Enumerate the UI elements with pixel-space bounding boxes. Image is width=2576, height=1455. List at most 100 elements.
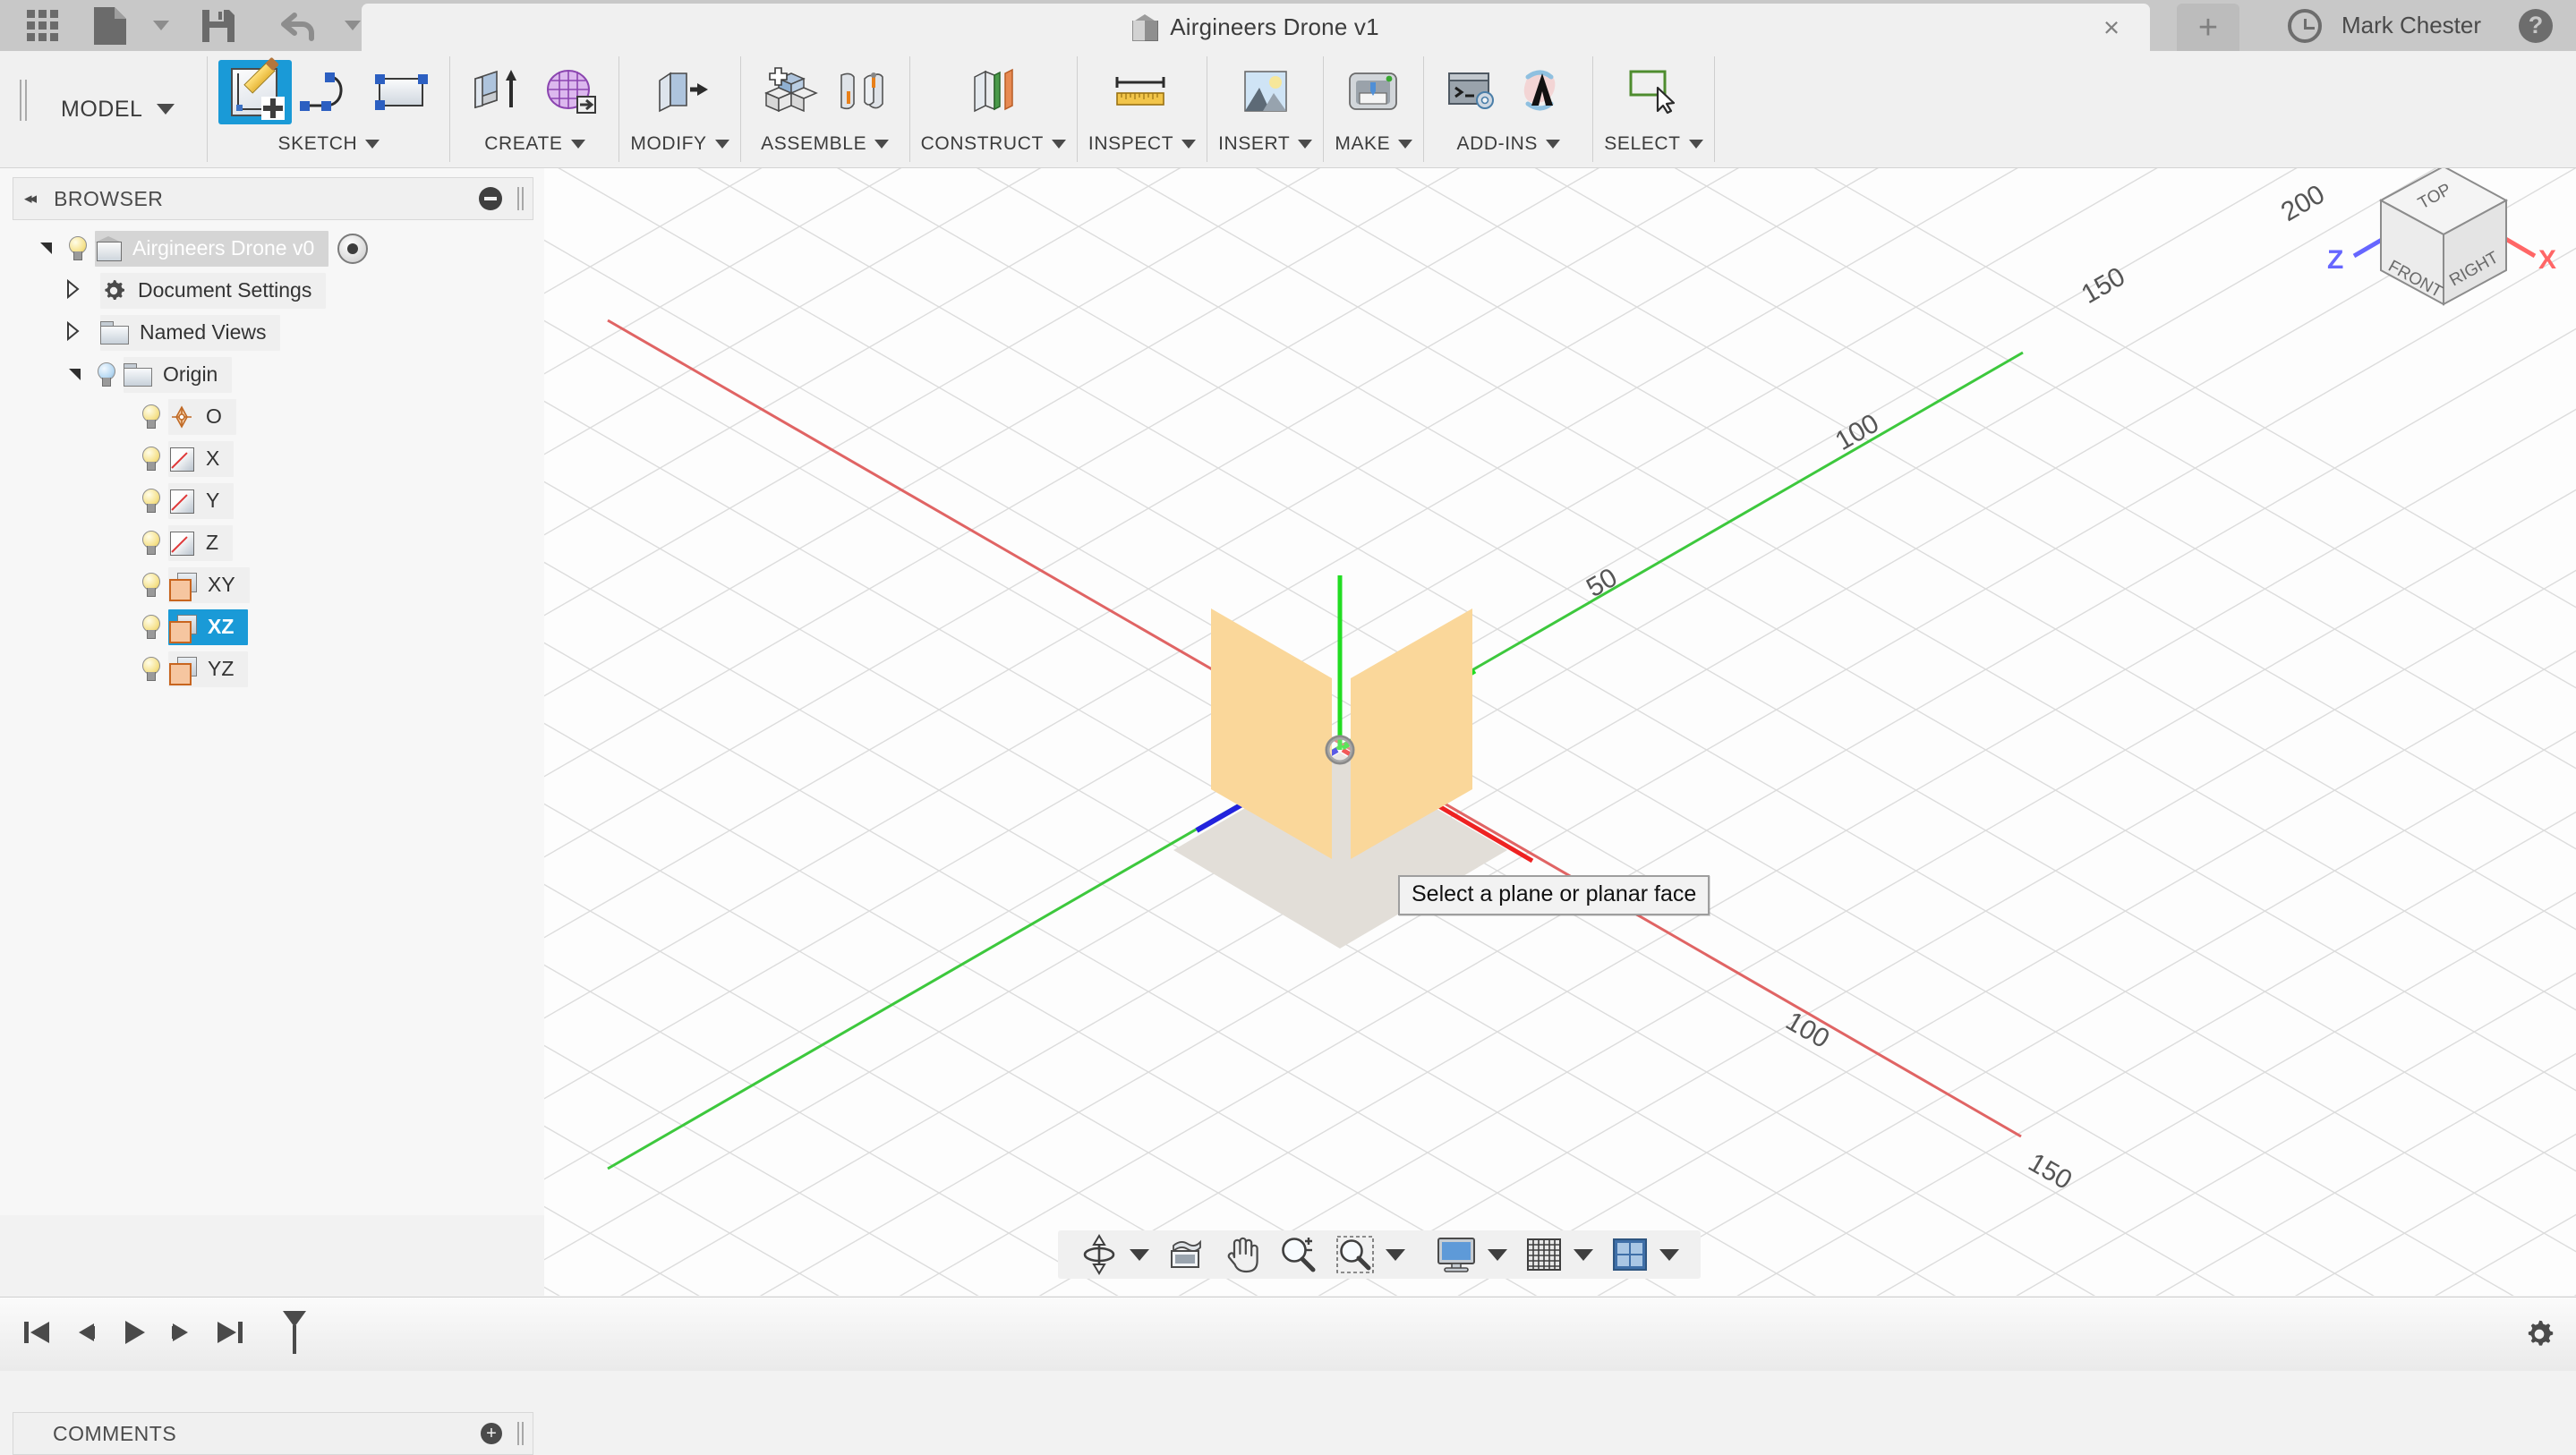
chevron-down-icon[interactable] xyxy=(874,140,890,149)
new-document-dropdown[interactable] xyxy=(139,0,176,51)
tree-row-origin-point[interactable]: O xyxy=(0,396,544,438)
visibility-bulb-icon[interactable] xyxy=(138,488,163,515)
grid-and-snaps-button[interactable] xyxy=(1516,1230,1572,1279)
tree-item-origin-point[interactable]: O xyxy=(168,398,236,435)
job-status-clock-icon[interactable] xyxy=(2287,8,2322,43)
add-comment-button[interactable]: + xyxy=(481,1423,502,1444)
chevron-down-icon[interactable] xyxy=(1546,140,1561,149)
scripts-and-addins-button[interactable] xyxy=(1435,60,1508,124)
press-pull-button[interactable] xyxy=(644,60,717,124)
chevron-down-icon[interactable] xyxy=(1298,140,1313,149)
workspace-selector[interactable]: MODEL xyxy=(27,51,207,167)
app-store-button[interactable] xyxy=(1508,60,1582,124)
activate-component-radio[interactable] xyxy=(337,233,369,264)
help-icon[interactable]: ? xyxy=(2519,8,2553,43)
chevron-down-icon[interactable] xyxy=(1398,140,1413,149)
new-component-button[interactable] xyxy=(752,60,825,124)
visibility-bulb-icon[interactable] xyxy=(138,404,163,430)
viewports-button[interactable] xyxy=(1602,1230,1658,1279)
comments-panel-header[interactable]: COMMENTS + xyxy=(13,1412,533,1455)
chevron-down-icon[interactable] xyxy=(1051,140,1066,149)
tree-row-plane-xz[interactable]: XZ xyxy=(0,606,544,648)
timeline-marker[interactable] xyxy=(274,1303,315,1362)
chevron-down-icon[interactable] xyxy=(365,140,380,149)
panel-resize-grip[interactable] xyxy=(517,1422,524,1445)
tree-item-root[interactable]: Airgineers Drone v0 xyxy=(95,230,329,267)
chevron-down-icon[interactable] xyxy=(1181,140,1197,149)
tree-row-axis-z[interactable]: Z xyxy=(0,522,544,564)
tree-row-document-settings[interactable]: Document Settings xyxy=(0,269,544,311)
orbit-button[interactable] xyxy=(1070,1230,1128,1279)
3d-print-button[interactable] xyxy=(1337,60,1411,124)
visibility-bulb-icon[interactable] xyxy=(138,614,163,641)
ribbon-grip[interactable] xyxy=(20,80,27,121)
undo-button[interactable] xyxy=(248,0,330,51)
app-grid-button[interactable] xyxy=(16,0,69,51)
orbit-dropdown-chevron-down-icon[interactable] xyxy=(1130,1248,1149,1261)
tree-item-axis-x[interactable]: X xyxy=(168,440,235,477)
user-name[interactable]: Mark Chester xyxy=(2341,12,2481,39)
grid-dropdown-chevron-down-icon[interactable] xyxy=(1574,1248,1593,1261)
step-forward-button[interactable] xyxy=(158,1303,206,1362)
play-button[interactable] xyxy=(109,1303,158,1362)
tree-item-plane-yz[interactable]: YZ xyxy=(168,651,249,687)
viewports-dropdown-chevron-down-icon[interactable] xyxy=(1659,1248,1679,1261)
expand-collapse-icon[interactable] xyxy=(64,320,88,345)
tree-item-named-views[interactable]: Named Views xyxy=(100,314,281,351)
tree-item-plane-xy[interactable]: XY xyxy=(168,566,250,603)
tree-row-origin[interactable]: Origin xyxy=(0,353,544,396)
zoom-button[interactable] xyxy=(1269,1230,1326,1279)
tree-row-axis-x[interactable]: X xyxy=(0,438,544,480)
tree-row-plane-yz[interactable]: YZ xyxy=(0,648,544,690)
settings-button[interactable] xyxy=(2522,1317,2556,1351)
chevron-down-icon[interactable] xyxy=(1688,140,1703,149)
display-settings-button[interactable] xyxy=(1427,1230,1486,1279)
view-cube[interactable]: Y Z X TOP FRONT RIGHT 200 xyxy=(2272,168,2567,356)
new-tab-button[interactable]: + xyxy=(2177,4,2239,51)
tree-row-root[interactable]: Airgineers Drone v0 xyxy=(0,227,544,269)
visibility-bulb-icon[interactable] xyxy=(138,572,163,599)
create-sketch-button[interactable] xyxy=(218,60,293,124)
expand-collapse-icon[interactable] xyxy=(64,278,88,302)
visibility-bulb-icon[interactable] xyxy=(93,362,118,388)
visibility-bulb-icon[interactable] xyxy=(138,446,163,472)
fit-dropdown-chevron-down-icon[interactable] xyxy=(1386,1248,1405,1261)
extrude-button[interactable] xyxy=(461,60,534,124)
expand-collapse-icon[interactable] xyxy=(36,237,59,260)
insert-image-button[interactable] xyxy=(1229,60,1302,124)
tree-item-plane-xz[interactable]: XZ xyxy=(168,608,249,645)
fit-button[interactable] xyxy=(1326,1230,1384,1279)
tree-row-plane-xy[interactable]: XY xyxy=(0,564,544,606)
chevron-down-icon[interactable] xyxy=(570,140,585,149)
3d-canvas[interactable]: 150 100 50 100 150 Y Z X xyxy=(544,168,2576,1296)
measure-button[interactable] xyxy=(1105,60,1179,124)
select-button[interactable] xyxy=(1616,60,1690,124)
tree-item-axis-z[interactable]: Z xyxy=(168,524,234,561)
visibility-bulb-icon[interactable] xyxy=(64,235,90,262)
document-tab[interactable]: Airgineers Drone v1 × xyxy=(362,4,2150,51)
joint-button[interactable] xyxy=(825,60,899,124)
go-to-beginning-button[interactable] xyxy=(13,1303,61,1362)
close-tab-button[interactable]: × xyxy=(2096,13,2127,43)
step-back-button[interactable] xyxy=(61,1303,109,1362)
tree-row-axis-y[interactable]: Y xyxy=(0,480,544,522)
pan-button[interactable] xyxy=(1214,1230,1269,1279)
look-at-button[interactable] xyxy=(1158,1230,1214,1279)
expand-collapse-icon[interactable] xyxy=(64,363,88,387)
spline-button[interactable] xyxy=(292,60,365,124)
tree-item-document-settings[interactable]: Document Settings xyxy=(100,272,327,309)
visibility-bulb-icon[interactable] xyxy=(138,656,163,683)
rectangle-button[interactable] xyxy=(365,60,439,124)
display-dropdown-chevron-down-icon[interactable] xyxy=(1488,1248,1507,1261)
tree-row-named-views[interactable]: Named Views xyxy=(0,311,544,353)
collapse-browser-icon[interactable]: ◂◂ xyxy=(24,190,37,208)
tree-item-origin[interactable]: Origin xyxy=(124,356,233,393)
tree-item-axis-y[interactable]: Y xyxy=(168,482,235,519)
offset-plane-button[interactable] xyxy=(957,60,1030,124)
new-document-button[interactable] xyxy=(69,0,139,51)
collapse-all-icon[interactable] xyxy=(479,187,502,210)
save-button[interactable] xyxy=(176,0,248,51)
panel-resize-grip[interactable] xyxy=(517,187,524,210)
go-to-end-button[interactable] xyxy=(206,1303,254,1362)
create-form-button[interactable] xyxy=(534,60,608,124)
